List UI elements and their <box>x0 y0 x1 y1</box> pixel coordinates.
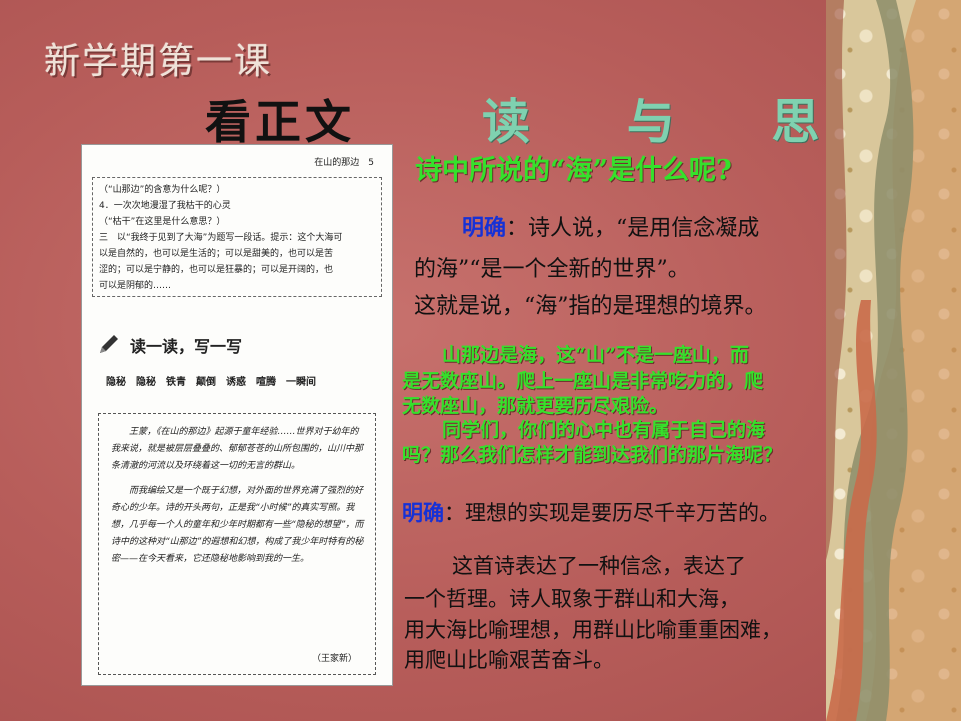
exercise-line: （“山那边”的含意为什么呢？） <box>99 185 226 195</box>
answer1-line3: 这就是说，“海”指的是理想的境界。 <box>414 294 767 319</box>
answer1-line2: 的海”“是一个全新的世界”。 <box>414 257 690 282</box>
exercise-line: 以是自然的，也可以是生活的；可以是甜美的，也可以是苦 <box>99 249 334 259</box>
textbook-page-image: 在山的那边 5 （“山那边”的含意为什么呢？） 4．一次次地漫湿了我枯干的心灵 … <box>82 145 392 685</box>
answer-text: ：理想的实现是要历尽千辛万苦的。 <box>444 501 780 525</box>
green-paragraph-line: 是无数座山。爬上一座山是非常吃力的，爬 <box>402 370 764 392</box>
vocabulary-words: 隐秘 隐秘 铁青 颠倒 诱惑 喧腾 一瞬间 <box>106 377 316 388</box>
green-paragraph-line: 吗？那么我们怎样才能到达我们的那片海呢？ <box>402 444 783 466</box>
answer-label: 明确 <box>402 500 444 525</box>
answer-label: 明确 <box>462 215 507 241</box>
summary-line: 用大海比喻理想，用群山比喻重重困难， <box>404 618 782 642</box>
question-text: 诗中所说的“海”是什么呢? <box>415 155 732 186</box>
exercise-line: 4．一次次地漫湿了我枯干的心灵 <box>99 201 231 211</box>
read-write-section: 读一读，写一写 <box>96 333 242 357</box>
exercise-line: 可以是阴郁的…… <box>99 281 172 291</box>
summary-line: 这首诗表达了一种信念，表达了 <box>452 554 746 578</box>
note-paragraph: 王蒙，《在山的那边》起源于童年经验……世界对于幼年的我来说，就是被层层叠叠的、郁… <box>111 427 364 471</box>
answer1-line1: 明确：诗人说，“是用信念凝成 <box>462 210 759 242</box>
summary-line: 一个哲理。诗人取象于群山和大海， <box>404 587 740 611</box>
green-paragraph-line: 无数座山，那就更要历尽艰险。 <box>402 395 669 417</box>
green-paragraph-line: 同学们，你们的心中也有属于自己的海 <box>442 419 766 441</box>
author-note-box: 王蒙，《在山的那边》起源于童年经验……世界对于幼年的我来说，就是被层层叠叠的、郁… <box>98 413 376 675</box>
page-header: 在山的那边 5 <box>314 158 374 168</box>
answer2: 明确：理想的实现是要历尽千辛万苦的。 <box>402 497 780 527</box>
slide: 新学期第一课 看正文 读 与 思 在山的那边 5 （“山那边”的含意为什么呢？）… <box>0 0 961 721</box>
exercise-line: 涩的；可以是宁静的，也可以是狂暴的；可以是开阔的，也 <box>99 265 334 275</box>
note-paragraph: 而我编绘又是一个既于幻想，对外面的世界充满了强烈的好奇心的少年。诗的开头两句，正… <box>111 486 364 564</box>
answer-text: ：诗人说，“是用信念凝成 <box>506 216 760 241</box>
read-and-think-heading: 读 与 思 <box>482 94 860 150</box>
author-signature: （王家新） <box>311 654 357 664</box>
read-text-subtitle: 看正文 <box>205 95 355 149</box>
section-title: 读一读，写一写 <box>130 337 243 356</box>
summary-line: 用爬山比喻艰苦奋斗。 <box>404 648 614 672</box>
exercise-line: （“枯干”在这里是什么意思？） <box>99 217 226 227</box>
green-paragraph-line: 山那边是海，这“山”不是一座山，而 <box>442 344 749 366</box>
pen-icon <box>100 335 118 353</box>
slide-title: 新学期第一课 <box>44 41 273 82</box>
exercise-line: 三 以“我终于见到了大海”为题写一段话。提示：这个大海可 <box>99 233 343 243</box>
exercise-box: （“山那边”的含意为什么呢？） 4．一次次地漫湿了我枯干的心灵 （“枯干”在这里… <box>92 177 382 297</box>
